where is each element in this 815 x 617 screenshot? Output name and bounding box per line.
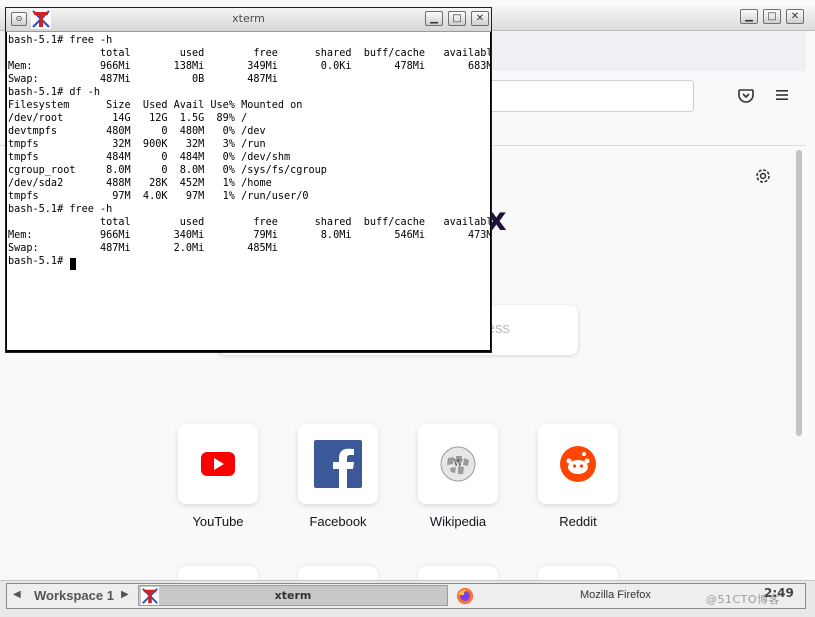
url-bar[interactable] [470,80,694,112]
terminal-line: tmpfs 32M 900K 32M 3% /run [8,139,266,150]
maximize-button[interactable]: □ [448,11,466,26]
terminal-line: /dev/sda2 488M 28K 452M 1% /home [8,178,272,189]
wikipedia-icon: W [440,446,476,482]
shortcut-label: YouTube [192,514,244,529]
xterm-titlebar[interactable]: ⊙ xterm ▁ □ ✕ [6,8,491,32]
terminal-line: total used free shared buff/cache availa… [8,217,490,228]
facebook-icon [314,440,362,488]
scrollbar[interactable] [796,150,802,436]
shortcut-label: Wikipedia [429,514,487,529]
terminal-line: Mem: 966Mi 340Mi 79Mi 8.0Mi 546Mi 473Mi [8,230,490,241]
terminal-line: /dev/root 14G 12G 1.5G 89% / [8,113,248,124]
task-label: xterm [274,589,312,602]
terminal-line: Filesystem Size Used Avail Use% Mounted … [8,100,303,111]
shortcut-tile-youtube[interactable]: YouTube [178,424,258,529]
minimize-button[interactable]: ▁ [425,11,443,26]
maximize-button[interactable]: □ [763,9,781,24]
terminal-line: devtmpfs 480M 0 480M 0% /dev [8,126,266,137]
task-button-xterm[interactable]: xterm [138,585,448,606]
terminal-prompt: bash-5.1# [8,256,70,267]
terminal-line: tmpfs 484M 0 484M 0% /dev/shm [8,152,291,163]
terminal-line: total used free shared buff/cache availa… [8,48,490,59]
close-button[interactable]: ✕ [471,11,489,26]
pocket-icon[interactable] [737,86,755,104]
hamburger-menu-icon[interactable] [773,86,791,104]
shortcut-label: Reddit [559,514,597,529]
window-title: xterm [232,12,265,25]
terminal-line: tmpfs 97M 4.0K 97M 1% /run/user/0 [8,191,309,202]
workspace-prev-arrow-icon[interactable]: ◀ [13,589,21,600]
gear-icon[interactable] [753,166,773,186]
minimize-button[interactable]: ▁ [740,9,758,24]
reddit-icon [560,446,596,482]
terminal-area[interactable]: bash-5.1# free -h total used free shared… [7,32,490,350]
terminal-line: bash-5.1# df -h [8,87,101,98]
taskbar-panel: ◀ Workspace 1 ▶ xterm Mozilla Firefox [6,583,806,609]
terminal-output: bash-5.1# free -h total used free shared… [7,32,490,268]
terminal-line: Swap: 487Mi 0B 487Mi [8,74,278,85]
terminal-line: Mem: 966Mi 138Mi 349Mi 0.0Ki 478Mi 683Mi [8,61,490,72]
xterm-window[interactable]: ⊙ xterm ▁ □ ✕ bash-5.1# free -h total us… [5,7,492,353]
shortcut-label: Facebook [309,514,367,529]
shortcut-tile-wikipedia[interactable]: W Wikipedia [418,424,498,529]
terminal-line: cgroup_root 8.0M 0 8.0M 0% /sys/fs/cgrou… [8,165,327,176]
workspace-label[interactable]: Workspace 1 [34,588,114,603]
shortcut-tile-facebook[interactable]: Facebook [298,424,378,529]
svg-text:W: W [453,459,463,469]
close-button[interactable]: ✕ [786,9,804,24]
taskbar: ◀ Workspace 1 ▶ xterm Mozilla Firefox @5… [0,580,815,617]
shortcut-tile-reddit[interactable]: Reddit [538,424,618,529]
youtube-icon [201,452,235,476]
terminal-line: Swap: 487Mi 2.0Mi 485Mi [8,243,278,254]
firefox-icon [456,587,474,605]
clock[interactable]: 2:49 [764,586,794,600]
terminal-line: bash-5.1# free -h [8,204,113,215]
workspace-next-arrow-icon[interactable]: ▶ [121,589,129,600]
terminal-cursor [70,258,76,270]
task-label: Mozilla Firefox [580,589,651,601]
terminal-line: bash-5.1# free -h [8,35,113,46]
